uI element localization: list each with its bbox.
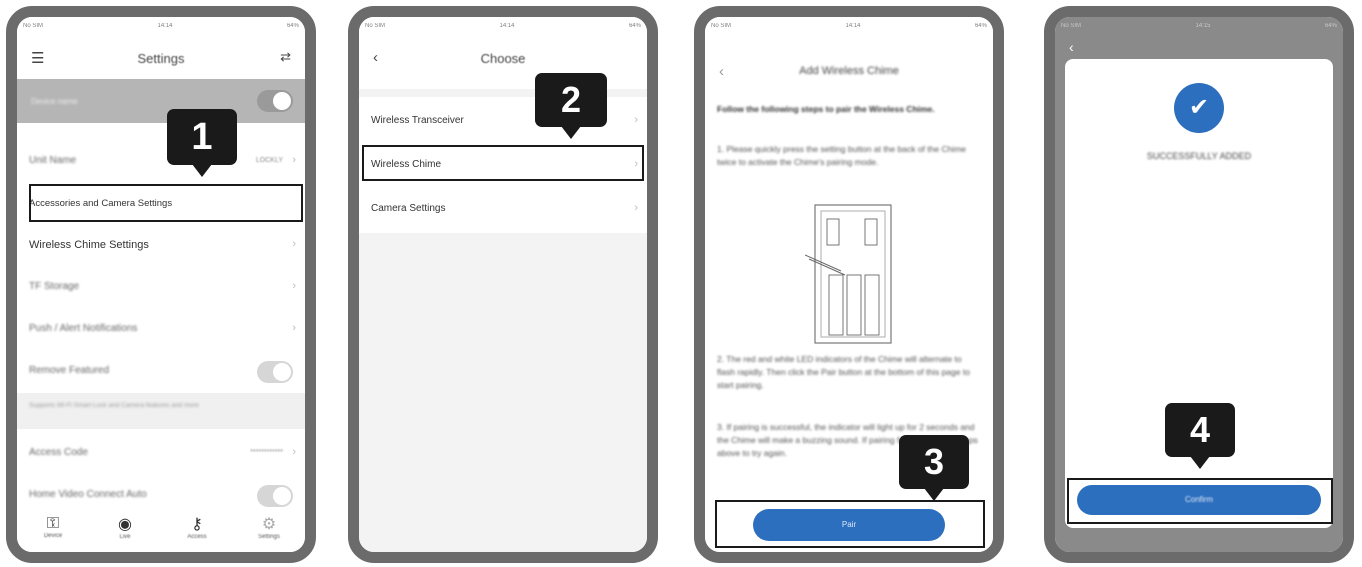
chevron-right-icon: ›: [292, 322, 296, 334]
time-label: 14:15: [1195, 23, 1211, 29]
tab-access[interactable]: ⚷ Access: [172, 514, 222, 540]
status-bar: No SIM 14:14 64%: [23, 23, 299, 35]
chevron-right-icon: ›: [634, 114, 638, 126]
step-number: 4: [1189, 409, 1211, 450]
phone-3: No SIM 14:14 64% ‹ Add Wireless Chime Fo…: [694, 6, 1004, 563]
row-value: LOCKLY: [255, 157, 283, 164]
device-banner[interactable]: Device name: [17, 79, 305, 123]
step-number: 1: [191, 116, 213, 158]
row-label: Unit Name: [29, 155, 77, 166]
status-bar: No SIM 14:14 64%: [711, 23, 987, 35]
row-label: TF Storage: [29, 281, 80, 292]
tab-label: Settings: [258, 534, 280, 540]
carrier-label: No SIM: [711, 23, 732, 29]
tab-label: Device: [43, 533, 63, 539]
page-title: Choose: [480, 51, 526, 66]
success-screen: No SIM 14:15 64% ‹ ✔ SUCCESSFULLY ADDED …: [1055, 17, 1343, 552]
settings-row-unit-name[interactable]: Unit Name LOCKLY ›: [17, 141, 305, 183]
phone-4: No SIM 14:15 64% ‹ ✔ SUCCESSFULLY ADDED …: [1044, 6, 1354, 563]
battery-label: 64%: [286, 23, 299, 29]
highlight-confirm-button: [1067, 478, 1333, 524]
back-icon[interactable]: ‹: [1069, 39, 1074, 55]
instruction-step-2: 2. The red and white LED indicators of t…: [717, 354, 970, 390]
tab-bar: ⚿ Device ◉ Live ⚷ Access ⚙ Settings: [17, 502, 305, 552]
info-note: Supports Wi-Fi Smart Lock and Camera fea…: [17, 393, 305, 429]
banner-toggle[interactable]: [257, 90, 293, 112]
settings-row-remove-featured[interactable]: Remove Featured: [17, 351, 305, 393]
instructions-heading: Follow the following steps to pair the W…: [717, 104, 935, 114]
chevron-right-icon: ›: [292, 446, 296, 458]
row-label: Push / Alert Notifications: [29, 323, 138, 334]
nav-bar: ☰ Settings ⇄: [17, 39, 305, 75]
step-callout-4: 4: [1165, 403, 1235, 469]
status-bar: No SIM 14:14 64%: [365, 23, 641, 35]
step-number: 2: [560, 79, 582, 120]
time-label: 14:14: [845, 23, 861, 29]
time-label: 14:14: [157, 23, 173, 29]
gear-icon: ⚙: [261, 516, 277, 533]
note-text: Supports Wi-Fi Smart Lock and Camera fea…: [29, 402, 199, 409]
nav-bar: ‹ Add Wireless Chime: [705, 53, 993, 89]
row-value: ************: [250, 449, 283, 456]
highlight-pair-button: [715, 500, 985, 548]
chevron-right-icon: ›: [292, 238, 296, 250]
camera-icon: ◉: [118, 516, 132, 533]
banner-label: Device name: [31, 97, 78, 106]
row-label: Wireless Chime Settings: [29, 239, 149, 251]
settings-row-notifications[interactable]: Push / Alert Notifications ›: [17, 309, 305, 351]
row-label: Wireless Transceiver: [371, 115, 464, 126]
tab-device[interactable]: ⚿ Device: [28, 515, 78, 539]
settings-row-access-code[interactable]: Access Code ************ ›: [17, 433, 305, 475]
step-callout-2: 2: [535, 73, 607, 139]
time-label: 14:14: [499, 23, 515, 29]
nav-bar: ‹ Choose: [359, 39, 647, 75]
carrier-label: No SIM: [1061, 23, 1082, 29]
battery-label: 64%: [974, 23, 987, 29]
settings-screen: No SIM 14:14 64% ☰ Settings ⇄ Device nam…: [17, 17, 305, 552]
phone-1: No SIM 14:14 64% ☰ Settings ⇄ Device nam…: [6, 6, 316, 563]
chime-diagram: [805, 204, 892, 344]
tab-settings[interactable]: ⚙ Settings: [244, 514, 294, 540]
row-label: Remove Featured: [29, 365, 110, 376]
chevron-right-icon: ›: [292, 280, 296, 292]
step-callout-1: 1: [167, 109, 237, 177]
tab-label: Live: [119, 534, 131, 540]
row-label: Access Code: [29, 447, 88, 458]
battery-label: 64%: [1324, 23, 1337, 29]
tab-live[interactable]: ◉ Live: [100, 514, 150, 540]
key-icon: ⚷: [191, 516, 203, 533]
feature-toggle[interactable]: [257, 361, 293, 383]
tab-label: Access: [187, 534, 207, 540]
step-callout-3: 3: [899, 435, 969, 501]
check-circle-icon: ✔: [1174, 83, 1224, 133]
status-bar: No SIM 14:15 64%: [1061, 23, 1337, 35]
chevron-right-icon: ›: [292, 154, 296, 166]
instruction-step-1: 1. Please quickly press the setting butt…: [717, 144, 967, 167]
row-label: Camera Settings: [371, 203, 446, 214]
phone-2: No SIM 14:14 64% ‹ Choose Wireless Trans…: [348, 6, 658, 563]
chevron-right-icon: ›: [634, 202, 638, 214]
option-camera-settings[interactable]: Camera Settings ›: [359, 189, 647, 231]
carrier-label: No SIM: [365, 23, 386, 29]
settings-row-wireless-chime[interactable]: Wireless Chime Settings ›: [17, 225, 305, 267]
share-icon[interactable]: ⇄: [280, 49, 291, 65]
highlight-accessories-row: [29, 184, 303, 222]
highlight-wireless-chime: [362, 145, 644, 181]
page-title: Add Wireless Chime: [799, 65, 899, 77]
page-title: Settings: [137, 51, 185, 66]
lock-icon: ⚿: [46, 515, 60, 532]
battery-label: 64%: [628, 23, 641, 29]
carrier-label: No SIM: [23, 23, 44, 29]
row-label: Home Video Connect Auto: [29, 489, 147, 500]
settings-row-tf-storage[interactable]: TF Storage ›: [17, 267, 305, 309]
step-number: 3: [923, 441, 945, 482]
success-message: SUCCESSFULLY ADDED: [1146, 151, 1252, 161]
